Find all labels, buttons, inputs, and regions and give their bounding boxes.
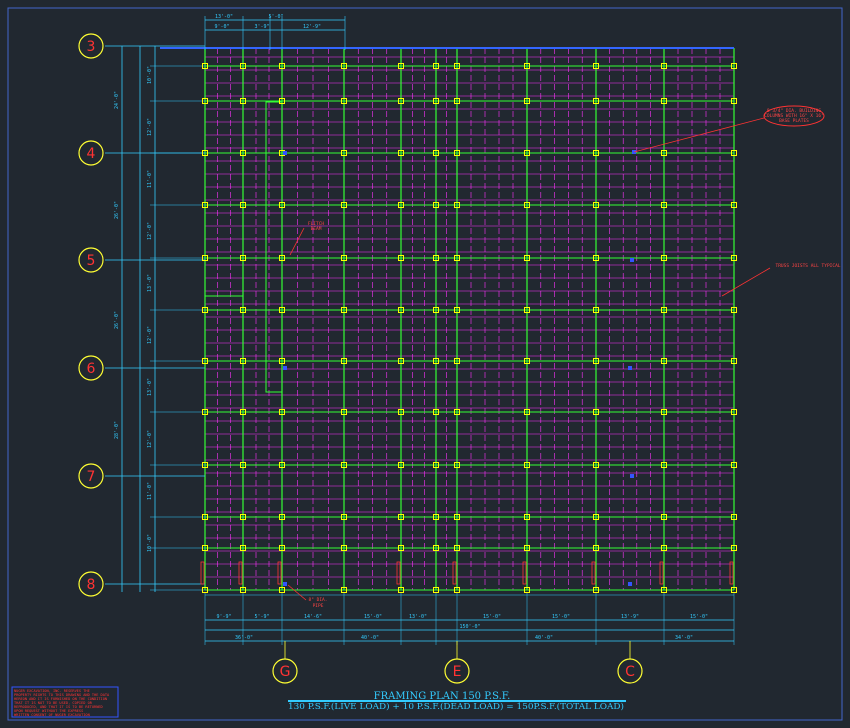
top-dim-label: 13'-0" — [215, 14, 233, 20]
building-column-marker — [630, 474, 634, 478]
left-inner-dim-label: 11'-0" — [147, 170, 153, 188]
row-bubble-label-3: 3 — [87, 39, 96, 55]
bottom-bay-dim-label: 13'-0" — [409, 614, 427, 620]
drawing-subtitle: 130 P.S.F.(LIVE LOAD) + 10 P.S.F.(DEAD L… — [288, 701, 624, 711]
framing-plan-drawing: 24'-0" 26'-0" 26'-0" 28'-0" 10'-0" 12'-0" 11'-… — [0, 0, 850, 728]
bottom-bay-dim-label: 15'-0" — [690, 614, 708, 620]
left-inner-dim-label: 12'-0" — [147, 222, 153, 240]
note-base-plates-line3: BASE PLATES — [779, 118, 809, 124]
bottom-bay-dim-label: 9'-9" — [216, 614, 231, 620]
top-dim-label: 5'-0" — [268, 14, 283, 20]
bottom-bay-dim-label: 5'-9" — [254, 614, 269, 620]
bottom-bay-dim-label: 15'-0" — [364, 614, 382, 620]
building-column-marker — [630, 258, 634, 262]
building-column-marker — [283, 582, 287, 586]
bottom-bay-dim-label: 15'-0" — [483, 614, 501, 620]
note-pipe-line2: PIPE — [313, 603, 324, 609]
bottom-bay-dim-label: 14'-6" — [304, 614, 322, 620]
left-inner-dim-label: 13'-0" — [147, 274, 153, 292]
left-inner-dim-label: 13'-0" — [147, 378, 153, 396]
left-inner-dim-label: 11'-0" — [147, 482, 153, 500]
building-column-marker — [628, 582, 632, 586]
left-outer-dim-label: 26'-0" — [114, 201, 120, 219]
left-outer-dim-label: 28'-0" — [114, 421, 120, 439]
bottom-total-dim-label: 150'-0" — [459, 624, 480, 630]
note-beam-line2: BEAM — [311, 226, 322, 232]
row-bubble-label-6: 6 — [87, 361, 96, 377]
note-joists-text: TRUSS JOISTS ALL TYPICAL — [775, 263, 840, 269]
bottom-group-dim-label: 36'-0" — [235, 635, 253, 641]
left-inner-dim-label: 12'-0" — [147, 326, 153, 344]
note-pipe-line1: 8" DIA. — [309, 597, 328, 603]
col-bubble-label-C: C — [625, 664, 635, 680]
top-dim-label: 9'-0" — [214, 24, 229, 30]
left-inner-dim-label: 12'-0" — [147, 430, 153, 448]
row-bubble-label-5: 5 — [87, 253, 96, 269]
top-dim-label: 12'-9" — [303, 24, 321, 30]
left-inner-dim-label: 12'-0" — [147, 118, 153, 136]
row-bubble-label-7: 7 — [87, 469, 96, 485]
bottom-bay-dim-label: 15'-0" — [552, 614, 570, 620]
building-column-marker — [283, 366, 287, 370]
row-bubble-label-8: 8 — [87, 577, 96, 593]
building-column-marker — [628, 366, 632, 370]
stamp-line-7: WRITTEN CONSENT OF NUGER EXCAVATION — [14, 713, 90, 717]
col-bubble-label-E: E — [453, 664, 462, 680]
bottom-bay-dim-label: 13'-9" — [621, 614, 639, 620]
left-inner-dim-label: 10'-0" — [147, 534, 153, 552]
col-bubble-label-G: G — [280, 664, 291, 680]
building-column-marker — [283, 151, 287, 155]
row-bubble-label-4: 4 — [87, 146, 96, 162]
bottom-group-dim-label: 34'-0" — [675, 635, 693, 641]
bottom-group-dim-label: 40'-0" — [361, 635, 379, 641]
left-outer-dim-label: 24'-0" — [114, 91, 120, 109]
left-inner-dim-label: 10'-0" — [147, 66, 153, 84]
top-dim-label: 3'-9" — [254, 24, 269, 30]
left-outer-dim-label: 26'-0" — [114, 311, 120, 329]
bottom-group-dim-label: 40'-0" — [535, 635, 553, 641]
